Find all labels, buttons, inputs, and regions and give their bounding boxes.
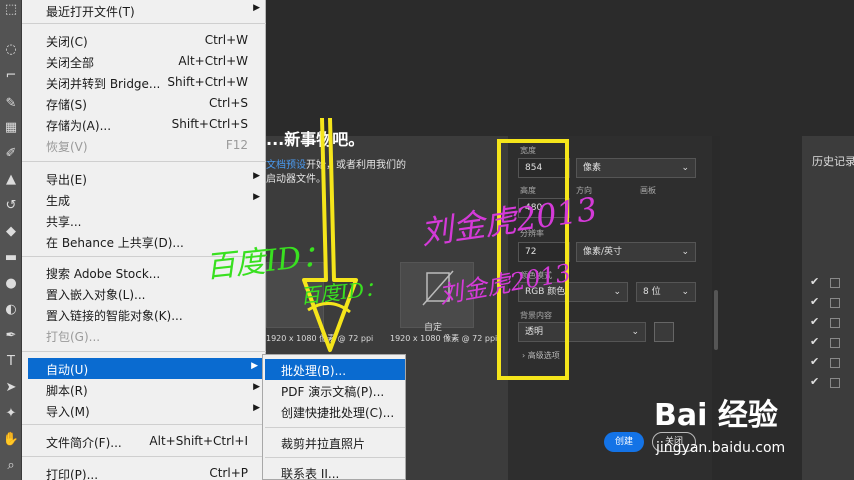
baidu-jingyan-url: jingyan.baidu.com (656, 440, 786, 456)
baidu-jingyan-logo: Bai 经验 (654, 398, 778, 433)
